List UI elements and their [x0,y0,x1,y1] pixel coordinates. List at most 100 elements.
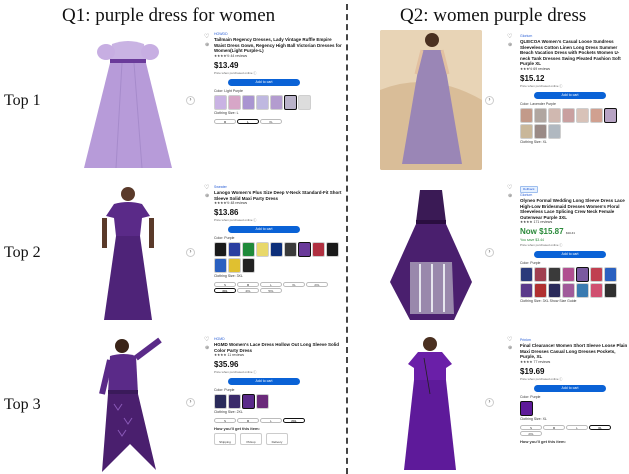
zoom-icon[interactable]: ⊕ [508,42,512,48]
add-to-cart-button[interactable]: Add to cart [228,78,300,86]
color-swatch[interactable] [548,267,561,282]
size-option[interactable]: S [214,282,236,287]
next-arrow-button[interactable]: › [485,398,494,407]
color-swatch[interactable] [604,107,617,123]
color-swatch[interactable] [214,394,227,409]
pickup-option[interactable]: Pickup [240,433,262,445]
size-option[interactable]: L [260,418,282,423]
color-swatch[interactable] [214,94,227,110]
color-swatch[interactable] [298,94,311,110]
color-swatch[interactable] [228,258,241,273]
size-option[interactable]: 3XL [214,288,236,293]
color-swatch[interactable] [576,107,589,123]
color-swatch[interactable] [520,107,533,123]
zoom-icon[interactable]: ⊕ [508,345,512,351]
rating[interactable]: ★★★★½ 48 reviews [214,201,342,206]
color-swatch[interactable] [326,242,339,257]
color-swatch[interactable] [548,123,561,139]
color-swatch[interactable] [576,267,589,282]
size-option[interactable]: M [237,418,259,423]
color-swatch[interactable] [590,107,603,123]
rating[interactable]: ★★★★ 11 reviews [214,353,342,358]
size-option[interactable]: 2XL [306,282,328,287]
color-swatch[interactable] [534,107,547,123]
size-option[interactable]: 2XL [283,418,305,423]
product-image-q2-1[interactable] [380,30,482,170]
color-swatch[interactable] [520,283,533,298]
color-swatch[interactable] [562,283,575,298]
color-swatch[interactable] [562,107,575,123]
rating[interactable]: ★★★★ 77 reviews [520,360,629,365]
color-swatch[interactable] [298,242,311,257]
heart-icon[interactable]: ♡ [507,33,512,40]
color-swatch[interactable] [214,242,227,257]
next-arrow-button[interactable]: › [186,248,195,257]
color-swatch[interactable] [242,94,255,110]
zoom-icon[interactable]: ⊕ [508,193,512,199]
color-swatch[interactable] [270,242,283,257]
color-swatch[interactable] [590,283,603,298]
color-swatch[interactable] [284,94,297,110]
color-swatch[interactable] [228,394,241,409]
rating[interactable]: ★★★½ 69 reviews [520,67,629,72]
size-option[interactable]: 5XL [260,288,282,293]
size-option[interactable]: S [520,424,542,430]
next-arrow-button[interactable]: › [186,96,195,105]
size-option[interactable]: L [566,424,588,430]
color-swatch[interactable] [590,267,603,282]
size-option[interactable]: L [260,282,282,287]
product-image-q1-1[interactable] [72,30,184,170]
color-swatch[interactable] [242,242,255,257]
color-swatch[interactable] [270,94,283,110]
size-option[interactable]: XL [260,118,282,124]
heart-icon[interactable]: ♡ [507,336,512,343]
color-swatch[interactable] [534,123,547,139]
color-swatch[interactable] [534,283,547,298]
size-option[interactable]: S [214,418,236,423]
color-swatch[interactable] [242,258,255,273]
color-swatch[interactable] [284,242,297,257]
add-to-cart-button[interactable]: Add to cart [228,378,300,385]
color-swatch[interactable] [256,94,269,110]
product-image-q1-2[interactable] [72,182,184,322]
product-image-q2-2[interactable] [380,182,482,322]
rating[interactable]: ★★★★ 171 reviews [520,220,629,225]
color-swatch[interactable] [214,258,227,273]
color-swatch[interactable] [520,123,533,139]
zoom-icon[interactable]: ⊕ [205,42,209,48]
color-swatch[interactable] [548,107,561,123]
size-option[interactable]: L [237,118,259,124]
shipping-option[interactable]: Shipping [214,433,236,445]
zoom-icon[interactable]: ⊕ [205,345,209,351]
color-swatch[interactable] [562,267,575,282]
next-arrow-button[interactable]: › [186,398,195,407]
zoom-icon[interactable]: ⊕ [205,193,209,199]
color-swatch[interactable] [604,267,617,282]
size-option[interactable]: XL [589,424,611,430]
size-option[interactable]: XL [283,282,305,287]
size-option[interactable]: M [237,282,259,287]
next-arrow-button[interactable]: › [485,248,494,257]
product-image-q1-3[interactable] [72,334,184,474]
color-swatch[interactable] [256,394,269,409]
product-image-q2-3[interactable] [380,334,482,474]
delivery-option[interactable]: Delivery [266,433,288,445]
add-to-cart-button[interactable]: Add to cart [534,91,606,99]
size-option[interactable]: 2XL [520,430,542,436]
size-option[interactable]: 4XL [237,288,259,293]
color-swatch[interactable] [604,283,617,298]
color-swatch[interactable] [548,283,561,298]
heart-icon[interactable]: ♡ [204,336,209,343]
add-to-cart-button[interactable]: Add to cart [534,384,606,392]
add-to-cart-button[interactable]: Add to cart [228,226,300,233]
color-swatch[interactable] [534,267,547,282]
color-swatch[interactable] [520,267,533,282]
rating[interactable]: ★★★★½ 44 reviews [214,54,342,59]
size-option[interactable]: M [543,424,565,430]
heart-icon[interactable]: ♡ [507,184,512,191]
add-to-cart-button[interactable]: Add to cart [534,251,606,258]
color-swatch[interactable] [520,400,533,416]
color-swatch[interactable] [228,242,241,257]
color-swatch[interactable] [228,94,241,110]
color-swatch[interactable] [242,394,255,409]
